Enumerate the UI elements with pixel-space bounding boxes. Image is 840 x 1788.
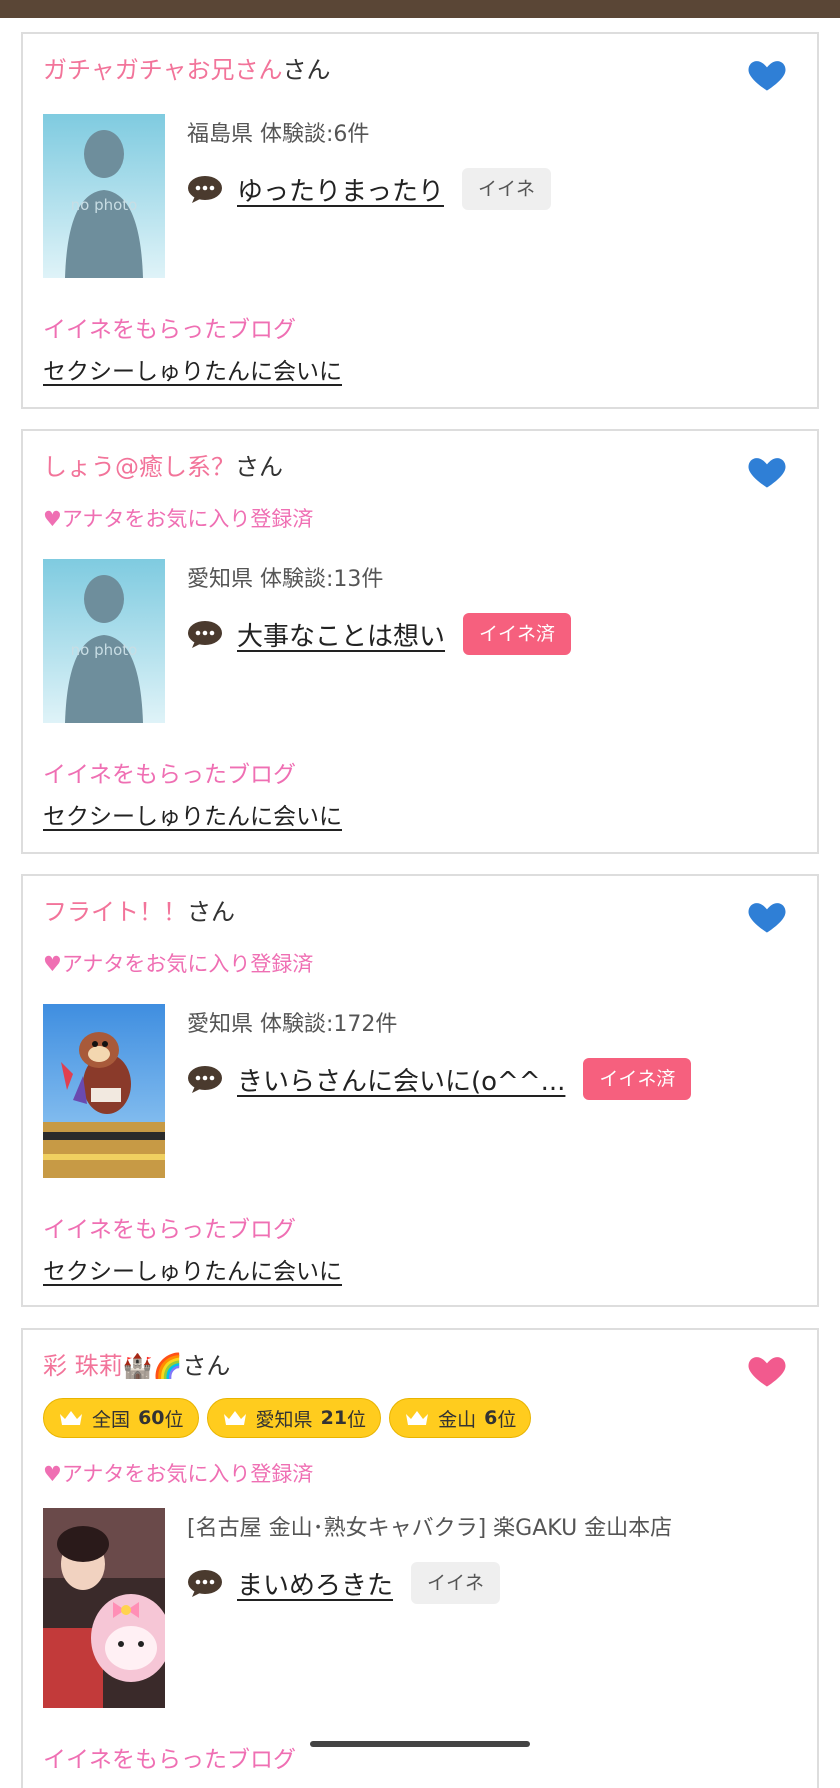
rank-unit: 位 — [497, 1408, 517, 1431]
user-name-line: 彩 珠莉🏰🌈さん — [43, 1348, 230, 1384]
rank-number: 6 — [484, 1407, 498, 1429]
comment-row: ゆったりまったり イイネ — [187, 168, 551, 210]
user-name-link[interactable]: ガチャガチャお兄さん — [43, 56, 283, 84]
avatar[interactable]: no photo — [43, 114, 165, 278]
user-card: フライト！！さん ♥アナタをお気に入り登録済 愛知県 体験談:172件 きいらさ… — [21, 874, 819, 1307]
home-indicator — [310, 1741, 530, 1747]
rank-area: 愛知県 — [255, 1408, 313, 1431]
favorite-heart-icon[interactable] — [745, 449, 789, 493]
experience-title-link[interactable]: 大事なことは想い — [237, 616, 445, 653]
rank-badges: 全国 60 位 愛知県 21 位 金山 6位 — [43, 1398, 532, 1438]
name-suffix: さん — [235, 453, 283, 481]
rank-area: 金山 — [438, 1408, 477, 1431]
crown-icon — [406, 1411, 429, 1425]
name-suffix: さん — [187, 898, 235, 926]
top-bar — [0, 0, 840, 18]
rank-badge[interactable]: 全国 60 位 — [43, 1398, 199, 1438]
liked-blog-link[interactable]: セクシーしゅりたんに会いに — [43, 797, 342, 831]
rank-unit: 位 — [164, 1408, 184, 1431]
rank-badge[interactable]: 愛知県 21 位 — [206, 1398, 382, 1438]
experience-title-link[interactable]: きいらさんに会いに(o^^... — [237, 1061, 565, 1098]
user-card: しょう@癒し系？さん ♥アナタをお気に入り登録済 no photo 愛知県 体験… — [21, 429, 819, 854]
liked-blog-link[interactable]: セクシーしゅりたんに会いに — [43, 1252, 342, 1286]
rank-number: 21 — [320, 1407, 348, 1429]
favorite-heart-icon[interactable] — [745, 52, 789, 96]
experience-title-link[interactable]: まいめろきた — [237, 1565, 393, 1602]
user-name-line: しょう@癒し系？さん — [43, 449, 283, 485]
liked-blog-heading: イイネをもらったブログ — [43, 1217, 296, 1243]
comment-row: 大事なことは想い イイネ済 — [187, 613, 572, 655]
rank-badge[interactable]: 金山 6位 — [389, 1398, 532, 1438]
favorite-heart-icon[interactable] — [745, 894, 789, 938]
favorited-status: ♥アナタをお気に入り登録済 — [43, 507, 314, 531]
user-card: ガチャガチャお兄さんさん no photo 福島県 体験談:6件 ゆったりまった… — [21, 32, 819, 409]
name-suffix: さん — [182, 1352, 231, 1380]
avatar[interactable]: no photo — [43, 559, 165, 723]
rank-unit: 位 — [347, 1408, 367, 1431]
crown-icon — [223, 1411, 246, 1425]
user-name-link[interactable]: しょう@癒し系？ — [43, 453, 235, 481]
iine-button[interactable]: イイネ — [411, 1562, 501, 1604]
user-name-link[interactable]: フライト！！ — [43, 898, 187, 926]
comment-bubble-icon — [188, 621, 222, 648]
user-meta: 福島県 体験談:6件 — [187, 122, 370, 147]
user-name-link[interactable]: 彩 珠莉🏰🌈 — [43, 1352, 182, 1380]
shop-info: [名古屋 金山･熟女キャバクラ] 楽GAKU 金山本店 — [187, 1516, 673, 1541]
liked-blog-heading: イイネをもらったブログ — [43, 762, 296, 788]
svg-text:no photo: no photo — [71, 641, 138, 659]
comment-row: きいらさんに会いに(o^^... イイネ済 — [187, 1058, 692, 1100]
comment-row: まいめろきた イイネ — [187, 1562, 501, 1604]
liked-blog-heading: イイネをもらったブログ — [43, 317, 296, 343]
name-suffix: さん — [282, 56, 331, 84]
avatar[interactable] — [43, 1508, 165, 1708]
avatar[interactable] — [43, 1004, 165, 1178]
liked-blog-link[interactable]: セクシーしゅりたんに会いに — [43, 352, 342, 386]
svg-text:no photo: no photo — [71, 196, 138, 214]
comment-bubble-icon — [188, 1066, 222, 1093]
rank-number: 60 — [138, 1407, 165, 1429]
experience-title-link[interactable]: ゆったりまったり — [237, 171, 444, 208]
comment-bubble-icon — [188, 1570, 222, 1597]
iine-done-button[interactable]: イイネ済 — [583, 1058, 692, 1100]
rank-area: 全国 — [92, 1408, 131, 1431]
user-meta: 愛知県 体験談:172件 — [187, 1012, 398, 1037]
favorited-status: ♥アナタをお気に入り登録済 — [43, 952, 314, 976]
favorited-status: ♥アナタをお気に入り登録済 — [43, 1462, 314, 1486]
comment-bubble-icon — [188, 176, 222, 203]
user-name-line: フライト！！さん — [43, 894, 235, 930]
user-name-line: ガチャガチャお兄さんさん — [43, 52, 331, 88]
iine-done-button[interactable]: イイネ済 — [463, 613, 572, 655]
user-card: 彩 珠莉🏰🌈さん 全国 60 位 愛知県 21 位 金山 6位 ♥アナタをお気に入り… — [21, 1328, 819, 1788]
user-meta: 愛知県 体験談:13件 — [187, 567, 384, 592]
favorite-heart-icon[interactable] — [745, 1348, 789, 1392]
iine-button[interactable]: イイネ — [461, 168, 551, 210]
crown-icon — [60, 1411, 82, 1425]
